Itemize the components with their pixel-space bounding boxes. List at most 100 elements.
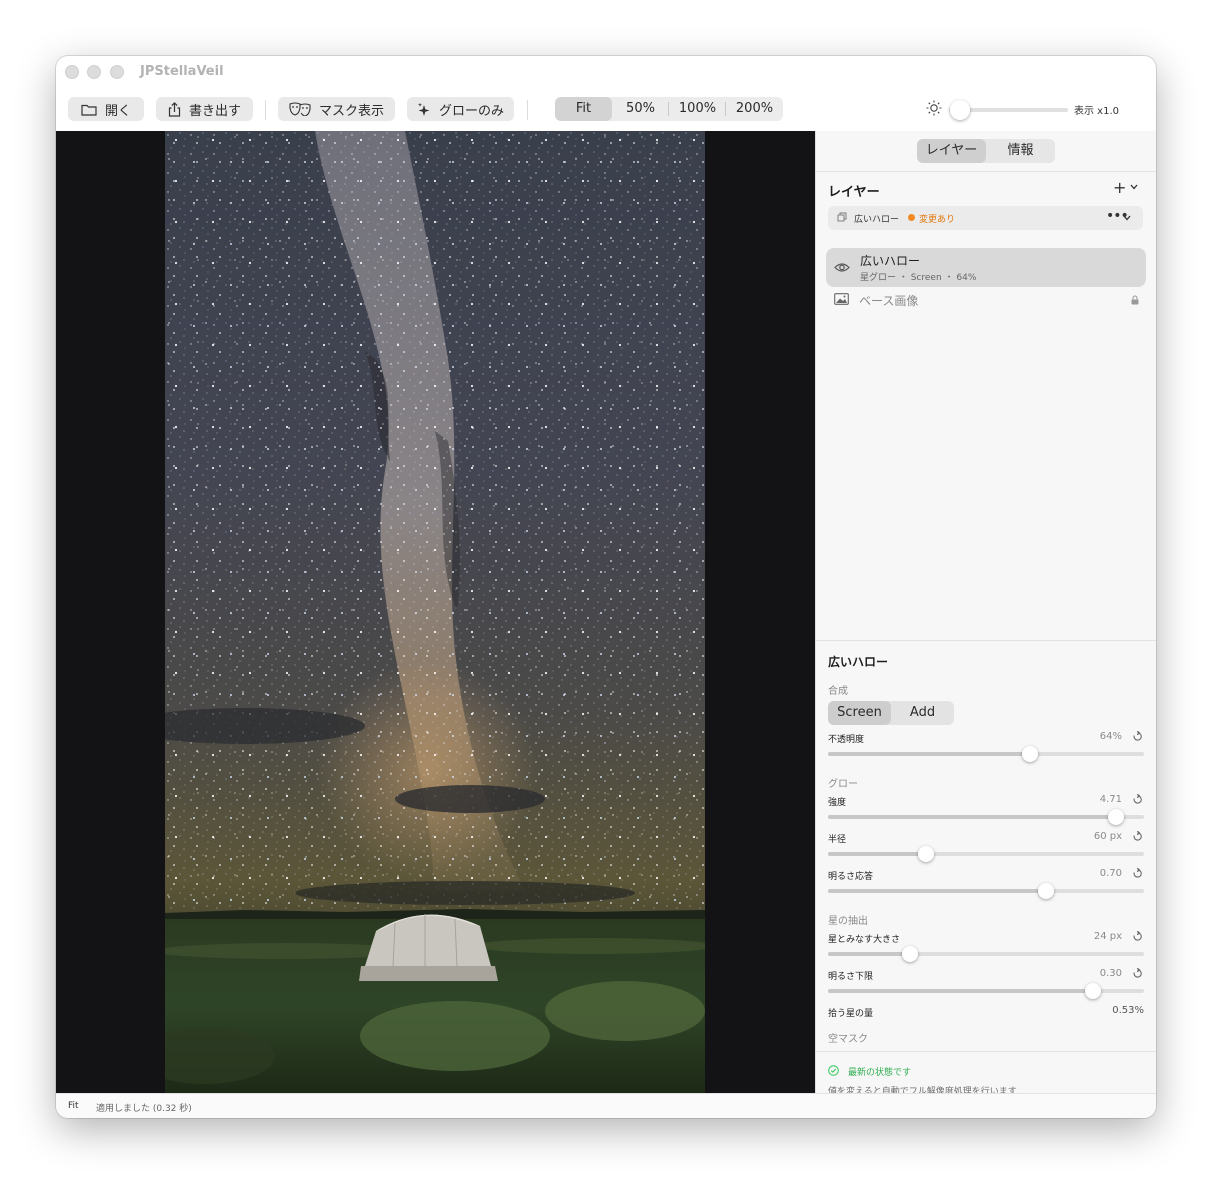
layer-row-base[interactable]: ベース画像: [826, 288, 1146, 312]
folder-icon: [81, 104, 97, 116]
reset-icon[interactable]: [1132, 794, 1143, 805]
theater-masks-icon: [289, 102, 311, 116]
radius-slider-thumb[interactable]: [918, 846, 934, 862]
export-button[interactable]: 書き出す: [156, 97, 253, 121]
picked-star-amount-value: 0.53%: [1112, 1005, 1144, 1016]
zoom-200-button[interactable]: 200%: [726, 97, 783, 121]
star-size-value: 24 px: [1093, 931, 1122, 942]
strength-slider-thumb[interactable]: [1108, 809, 1124, 825]
image-canvas[interactable]: [56, 131, 815, 1093]
zoom-100-button[interactable]: 100%: [669, 97, 726, 121]
panel-divider: [816, 640, 1156, 641]
status-up-to-date: 最新の状態です: [848, 1068, 912, 1078]
toolbar: 開く 書き出す マスク表示 グローのみ Fit 50% 100% 200% 表示…: [56, 88, 1156, 132]
statusbar-message: 適用しました (0.32 秒): [96, 1104, 192, 1114]
close-window-button[interactable]: [65, 65, 79, 79]
brightness-floor-slider[interactable]: [828, 983, 1144, 999]
inspector-panel: レイヤー 情報 レイヤー + 広いハロー 変更あり ••• 広いハロー 星グロー…: [815, 131, 1156, 1097]
eye-icon[interactable]: [834, 262, 850, 273]
star-size-slider-thumb[interactable]: [902, 946, 918, 962]
sky-mask-group-label: 空マスク: [828, 1034, 868, 1045]
strength-label: 強度: [828, 798, 847, 808]
display-zoom-label: 表示 x1.0: [1074, 106, 1119, 117]
layer-name: 広いハロー: [860, 254, 921, 268]
zoom-window-button[interactable]: [110, 65, 124, 79]
toolbar-divider: [265, 100, 266, 120]
opacity-slider[interactable]: [828, 746, 1144, 762]
brightness-floor-slider-thumb[interactable]: [1085, 983, 1101, 999]
brightness-floor-value: 0.30: [1099, 968, 1122, 979]
zoom-segmented-control: Fit 50% 100% 200%: [555, 97, 783, 121]
panel-divider: [816, 1051, 1156, 1052]
star-extraction-group-label: 星の抽出: [828, 916, 868, 927]
zoom-50-button[interactable]: 50%: [612, 97, 669, 121]
opacity-value: 64%: [1099, 731, 1122, 742]
brightness-floor-slider-fill: [828, 989, 1093, 993]
strength-slider[interactable]: [828, 809, 1144, 825]
blend-group-label: 合成: [828, 686, 848, 697]
app-window: JPStellaVeil 開く 書き出す マスク表示 グローのみ Fit 50%…: [56, 56, 1156, 1118]
status-bar: Fit 適用しました (0.32 秒): [56, 1093, 1156, 1118]
chevron-down-icon[interactable]: [1130, 184, 1138, 190]
strength-value: 4.71: [1099, 794, 1122, 805]
brightness-response-value: 0.70: [1099, 868, 1122, 879]
panel-tab-control: レイヤー 情報: [917, 139, 1055, 163]
star-size-slider-fill: [828, 952, 910, 956]
mask-view-label: マスク表示: [318, 103, 384, 119]
milky-way-photo: [165, 131, 705, 1093]
minimize-window-button[interactable]: [87, 65, 101, 79]
share-icon: [168, 101, 181, 117]
open-label: 開く: [104, 103, 131, 119]
title-bar: JPStellaVeil: [56, 56, 1156, 88]
preset-selector[interactable]: 広いハロー 変更あり •••: [828, 206, 1143, 230]
layer-details: 星グロー ・ Screen ・ 64%: [860, 273, 977, 283]
image-icon: [834, 293, 849, 305]
window-title: JPStellaVeil: [140, 64, 224, 79]
tab-info[interactable]: 情報: [986, 139, 1055, 163]
glow-only-button[interactable]: グローのみ: [407, 97, 514, 121]
opacity-slider-thumb[interactable]: [1022, 746, 1038, 762]
opacity-label: 不透明度: [828, 735, 865, 745]
brightness-response-slider-fill: [828, 889, 1046, 893]
blend-add-button[interactable]: Add: [891, 701, 954, 725]
zoom-fit-button[interactable]: Fit: [555, 97, 612, 121]
glow-group-label: グロー: [828, 779, 858, 790]
brightness-icon: [926, 100, 942, 116]
tab-layers[interactable]: レイヤー: [917, 139, 986, 163]
layer-name: ベース画像: [859, 294, 919, 308]
preset-name: 広いハロー: [854, 215, 900, 225]
reset-icon[interactable]: [1132, 831, 1143, 842]
display-brightness-slider-thumb[interactable]: [950, 100, 970, 120]
strength-slider-fill: [828, 815, 1116, 819]
reset-icon[interactable]: [1132, 968, 1143, 979]
toolbar-divider: [527, 100, 528, 120]
reset-icon[interactable]: [1132, 931, 1143, 942]
layer-row-glow[interactable]: 広いハロー 星グロー ・ Screen ・ 64%: [826, 248, 1146, 287]
star-size-label: 星とみなす大きさ: [828, 935, 901, 945]
radius-slider[interactable]: [828, 846, 1144, 862]
radius-value: 60 px: [1093, 831, 1122, 842]
layers-section-title: レイヤー: [828, 185, 880, 200]
brightness-response-label: 明るさ応答: [828, 872, 874, 882]
radius-label: 半径: [828, 835, 847, 845]
glow-only-label: グローのみ: [439, 103, 505, 119]
panel-divider: [816, 171, 1156, 172]
add-layer-button[interactable]: +: [1113, 178, 1126, 197]
picked-star-amount-label: 拾う星の量: [828, 1009, 874, 1019]
blend-screen-button[interactable]: Screen: [828, 701, 891, 725]
checkmark-circle-icon: [828, 1065, 839, 1076]
brightness-response-slider[interactable]: [828, 883, 1144, 899]
mask-view-button[interactable]: マスク表示: [278, 97, 395, 121]
chevron-down-icon[interactable]: [1123, 215, 1131, 221]
open-button[interactable]: 開く: [68, 97, 144, 121]
blend-mode-control: Screen Add: [828, 701, 954, 725]
export-label: 書き出す: [188, 103, 241, 119]
brightness-response-slider-thumb[interactable]: [1038, 883, 1054, 899]
opacity-slider-fill: [828, 752, 1030, 756]
reset-icon[interactable]: [1132, 868, 1143, 879]
changed-label: 変更あり: [919, 215, 956, 225]
star-size-slider[interactable]: [828, 946, 1144, 962]
statusbar-zoom: Fit: [68, 1101, 79, 1111]
reset-icon[interactable]: [1132, 731, 1143, 742]
changed-dot: [908, 214, 915, 221]
